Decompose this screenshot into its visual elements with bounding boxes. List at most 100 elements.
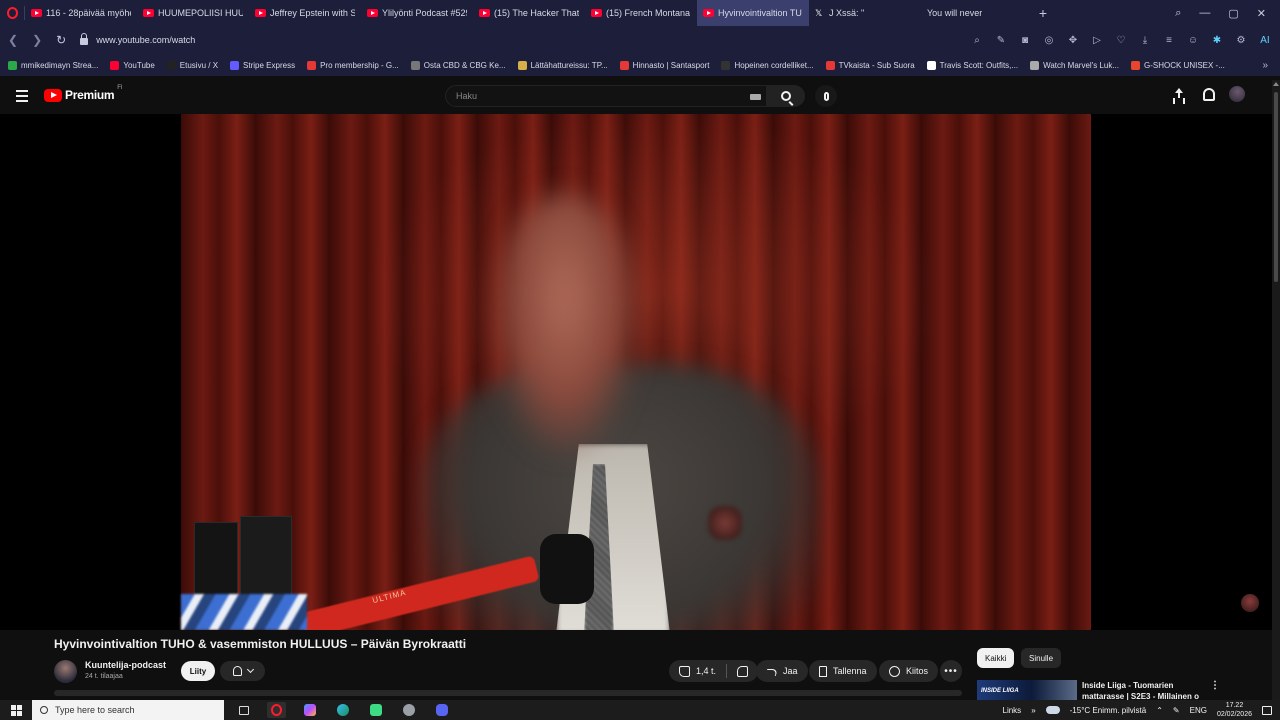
bookmark-item[interactable]: Hinnasto | Santasport xyxy=(619,60,709,70)
voice-search-button[interactable] xyxy=(815,85,837,107)
browser-tab[interactable]: You will never xyxy=(921,0,1033,26)
browser-tab[interactable]: HUUMEPOLIISI HUUMEKOIR xyxy=(137,0,249,26)
new-tab-button[interactable]: + xyxy=(1033,5,1053,21)
more-actions-button[interactable]: ••• xyxy=(940,660,962,682)
bookmark-item[interactable]: G-SHOCK UNISEX -... xyxy=(1130,60,1225,70)
chip-for-you[interactable]: Sinulle xyxy=(1021,648,1062,668)
browser-tab-strip: 116 - 28päivää myöhemmin HUUMEPOLIISI HUU… xyxy=(0,0,1280,26)
browser-tab[interactable]: 𝕏 J Xssä: " xyxy=(809,0,921,26)
channel-avatar[interactable] xyxy=(54,660,77,683)
bookmark-favicon-icon xyxy=(307,60,317,70)
pen-icon[interactable]: ✎ xyxy=(1173,706,1180,715)
heart-icon[interactable]: ♡ xyxy=(1114,35,1128,46)
browser-tab[interactable]: Hyvinvointivaltion TU xyxy=(697,0,809,26)
tab-search-icon[interactable]: ⌕ xyxy=(1175,7,1181,20)
url-field[interactable]: www.youtube.com/watch xyxy=(96,35,195,45)
browser-tab[interactable]: Jeffrey Epstein with Steve xyxy=(249,0,361,26)
copilot-icon[interactable] xyxy=(300,702,319,718)
edit-icon[interactable]: ✎ xyxy=(994,35,1008,46)
android-icon[interactable] xyxy=(366,702,385,718)
search-input[interactable] xyxy=(445,85,767,107)
camera-icon[interactable]: ◙ xyxy=(1018,35,1032,46)
bookmark-item[interactable]: Etusivu / X xyxy=(166,60,218,70)
subscription-notifications-button[interactable] xyxy=(220,661,265,681)
description-box-edge[interactable] xyxy=(54,690,962,696)
channel-watermark-icon[interactable] xyxy=(1241,594,1259,612)
account-avatar[interactable] xyxy=(1229,86,1245,102)
bookmark-item[interactable]: Watch Marvel's Luk... xyxy=(1030,60,1119,70)
menu-icon[interactable]: ≡ xyxy=(1162,35,1176,46)
channel-name[interactable]: Kuuntelija-podcast xyxy=(85,660,166,670)
blurred-face xyxy=(490,194,640,454)
opera-menu-icon[interactable] xyxy=(0,0,24,26)
bookmarks-more-icon[interactable]: » xyxy=(1262,60,1280,71)
join-button[interactable]: Liity xyxy=(181,661,215,681)
bookmark-item[interactable]: YouTube xyxy=(110,60,155,70)
maximize-button[interactable]: ▢ xyxy=(1228,7,1238,20)
player-icon[interactable]: ▷ xyxy=(1090,35,1104,46)
scroll-up-arrow[interactable] xyxy=(1273,82,1279,86)
weather-text[interactable]: -15°C Enimm. pilvistä xyxy=(1070,706,1147,715)
browser-tab[interactable]: (15) The Hacker That Chan xyxy=(473,0,585,26)
bookmark-item[interactable]: TVkaista - Sub Suora xyxy=(825,60,915,70)
hamburger-menu-icon[interactable] xyxy=(16,90,28,105)
bookmark-item[interactable]: Osta CBD & CBG Ke... xyxy=(410,60,506,70)
notification-center-icon[interactable] xyxy=(1262,705,1272,715)
language-indicator[interactable]: ENG xyxy=(1190,706,1207,715)
edge-icon[interactable] xyxy=(333,702,352,718)
browser-tab[interactable]: 116 - 28päivää myöhemmin xyxy=(25,0,137,26)
opera-icon[interactable] xyxy=(267,702,286,718)
thanks-button[interactable]: Kiitos xyxy=(879,660,939,682)
like-icon[interactable] xyxy=(679,665,690,677)
lens-icon[interactable]: ⌕ xyxy=(970,35,984,46)
scrollbar-thumb[interactable] xyxy=(1274,92,1278,282)
bookmark-item[interactable]: Travis Scott: Outfits,... xyxy=(926,60,1018,70)
clock[interactable]: 17.22 02/02/2026 xyxy=(1217,701,1252,719)
bookmark-item[interactable]: Lättähattureissu: TP... xyxy=(517,60,608,70)
bookmark-item[interactable]: Stripe Express xyxy=(230,60,295,70)
discord-icon[interactable] xyxy=(432,702,451,718)
forward-icon[interactable]: ❯ xyxy=(32,33,42,47)
search-button[interactable] xyxy=(767,85,805,107)
save-button[interactable]: Tallenna xyxy=(809,660,877,682)
bookmark-label: Pro membership - G... xyxy=(320,60,399,70)
ai-button[interactable]: AI xyxy=(1258,35,1272,46)
back-icon[interactable]: ❮ xyxy=(8,33,18,47)
recommendation-title[interactable]: Inside Liiga - Tuomarien mattarasse | S2… xyxy=(1082,680,1200,702)
like-count[interactable]: 1,4 t. xyxy=(696,666,716,676)
settings-icon[interactable]: ⚙ xyxy=(1234,35,1248,46)
minimize-button[interactable]: — xyxy=(1199,7,1210,19)
download-icon[interactable]: ⤓ xyxy=(1138,35,1152,46)
aria-icon[interactable]: ✱ xyxy=(1210,35,1224,46)
keyboard-icon[interactable] xyxy=(750,94,761,100)
chevron-up-icon[interactable]: ⌃ xyxy=(1156,706,1163,715)
notifications-bell-icon[interactable] xyxy=(1203,87,1215,101)
links-toolbar[interactable]: Links xyxy=(1003,706,1022,715)
app-icon[interactable] xyxy=(399,702,418,718)
taskbar-search-placeholder: Type here to search xyxy=(55,705,135,715)
video-player[interactable]: ULTIMA xyxy=(0,114,1280,630)
bookmark-item[interactable]: mmikedimayn Strea... xyxy=(8,60,98,70)
task-view-icon[interactable] xyxy=(234,702,253,718)
share-icon xyxy=(766,667,777,676)
close-button[interactable]: ✕ xyxy=(1257,7,1266,20)
bookmark-item[interactable]: Hopeinen cordelliket... xyxy=(721,60,814,70)
reload-icon[interactable]: ↻ xyxy=(56,33,66,47)
share-button[interactable]: Jaa xyxy=(756,660,808,682)
chip-all[interactable]: Kaikki xyxy=(977,648,1015,668)
start-windows-icon[interactable] xyxy=(0,704,32,716)
profile-icon[interactable]: ☺ xyxy=(1186,35,1200,46)
lock-icon[interactable] xyxy=(80,33,89,45)
links-more-icon[interactable]: » xyxy=(1031,706,1035,715)
youtube-premium-logo[interactable]: Premium FI xyxy=(44,85,123,102)
browser-tab[interactable]: Ylilyönti Podcast #529 – L xyxy=(361,0,473,26)
dislike-icon[interactable] xyxy=(737,665,749,677)
upload-icon[interactable] xyxy=(1171,86,1187,102)
vpn-icon[interactable]: ◎ xyxy=(1042,35,1056,46)
recommendation-more-icon[interactable]: ⋮ xyxy=(1210,680,1220,691)
bookmark-item[interactable]: Pro membership - G... xyxy=(307,60,399,70)
browser-tab[interactable]: (15) French Montana on E xyxy=(585,0,697,26)
weather-cloud-icon[interactable] xyxy=(1045,706,1060,714)
extensions-icon[interactable]: ✥ xyxy=(1066,35,1080,46)
taskbar-search-field[interactable]: Type here to search xyxy=(32,700,224,720)
